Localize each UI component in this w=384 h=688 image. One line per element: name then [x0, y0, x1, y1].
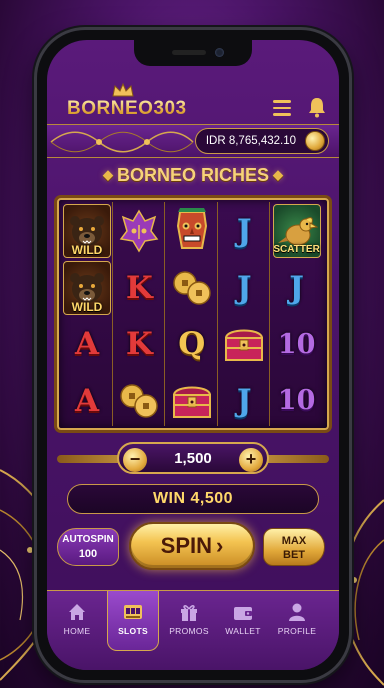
symbol-mask-purple-icon	[115, 204, 163, 258]
bottom-navigation: HOME SLOTS PROMOS WALLET PROFILE	[47, 590, 339, 670]
autospin-count: 100	[78, 548, 98, 560]
nav-home[interactable]: HOME	[51, 591, 103, 651]
bet-pill: − 1,500 +	[117, 442, 269, 474]
app-screen: BORNEO303 IDR 8,765,432.10 ◆ BORNEO RICHE…	[47, 40, 339, 670]
nav-profile-label: PROFILE	[277, 626, 317, 636]
autospin-label: AUTOSPIN	[62, 534, 114, 545]
symbol-card-10: 10	[277, 385, 316, 416]
symbol-card-j: J	[236, 269, 252, 306]
game-title: ◆ BORNEO RICHES ◆	[102, 165, 283, 185]
wild-label: WILD	[71, 243, 103, 257]
symbol-mask-tribal-icon	[168, 204, 216, 258]
max-bet-button[interactable]: MAX BET	[263, 528, 325, 566]
autospin-button[interactable]: AUTOSPIN 100	[57, 528, 119, 566]
symbol-card-k: K	[125, 326, 153, 362]
symbol-card-a: A	[74, 382, 100, 419]
reel-column-3: Q	[166, 202, 218, 426]
crown-icon	[112, 82, 134, 97]
nav-promos-label: PROMOS	[169, 626, 209, 636]
symbol-card-j: J	[289, 269, 304, 306]
reel-column-5: SCATTER J 10 10	[271, 202, 323, 426]
balance-value: IDR 8,765,432.10	[205, 135, 296, 147]
symbol-card-j: J	[236, 382, 252, 419]
nav-wallet-label: WALLET	[225, 626, 261, 636]
symbol-card-a: A	[74, 326, 100, 362]
title-ornament-left-icon: ◆	[102, 167, 113, 182]
symbol-coins-icon	[115, 374, 163, 428]
symbol-card-k: K	[125, 269, 153, 306]
gift-icon	[181, 605, 197, 621]
bell-icon[interactable]	[307, 96, 327, 118]
slot-machine-icon	[124, 605, 142, 619]
symbol-coins-icon	[168, 261, 216, 315]
bet-control: − 1,500 +	[47, 442, 339, 476]
max-bet-label-line2: BET	[283, 549, 305, 561]
symbol-card-q: Q	[178, 326, 206, 362]
coin-icon	[305, 131, 325, 151]
nav-home-label: HOME	[63, 626, 91, 636]
chevron-right-icon: ›	[216, 533, 224, 558]
nav-slots[interactable]: SLOTS	[107, 591, 159, 651]
home-icon	[69, 604, 85, 620]
spin-button[interactable]: SPIN ›	[129, 522, 255, 570]
scatter-label: SCATTER	[273, 244, 320, 255]
reel-column-2: KK	[113, 202, 166, 428]
reel-column-4: JJJ	[218, 202, 271, 426]
band-pattern-decoration	[50, 131, 194, 153]
win-display: WIN 4,500	[67, 484, 319, 514]
app-logo[interactable]: BORNEO303	[67, 98, 187, 120]
symbol-hornbill-icon: SCATTER	[272, 204, 321, 258]
profile-icon	[289, 603, 305, 621]
max-bet-label-line1: MAX	[281, 535, 307, 547]
nav-slots-label: SLOTS	[118, 626, 148, 636]
nav-wallet[interactable]: WALLET	[217, 591, 269, 651]
slot-reels: WILD WILD A A K K Q J J J SCATTER J 10 10	[57, 198, 329, 430]
phone-notch	[134, 40, 252, 66]
phone-frame: BORNEO303 IDR 8,765,432.10 ◆ BORNEO RICHE…	[37, 30, 349, 680]
app-header: BORNEO303	[47, 80, 339, 124]
bet-plus-button[interactable]: +	[239, 448, 263, 472]
symbol-bear-icon: WILD	[63, 204, 111, 258]
menu-icon[interactable]	[273, 100, 291, 116]
balance-pill[interactable]: IDR 8,765,432.10	[194, 128, 329, 154]
spin-label: SPIN	[160, 533, 213, 558]
symbol-chest-icon	[220, 317, 268, 371]
symbol-bear-icon: WILD	[63, 260, 111, 315]
symbol-card-j: J	[236, 213, 252, 249]
symbol-chest-icon	[168, 374, 216, 428]
nav-promos[interactable]: PROMOS	[163, 591, 215, 651]
nav-profile[interactable]: PROFILE	[271, 591, 323, 651]
wild-label: WILD	[71, 299, 103, 314]
reel-column-1: WILD WILD A A	[61, 202, 113, 426]
symbol-card-10: 10	[277, 328, 316, 360]
wallet-icon	[234, 607, 252, 620]
title-ornament-right-icon: ◆	[273, 167, 283, 182]
